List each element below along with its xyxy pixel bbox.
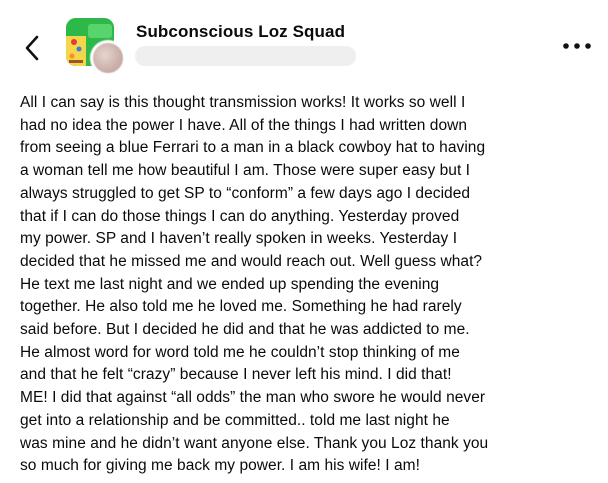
post-text-line: from seeing a blue Ferrari to a man in a… — [20, 139, 486, 157]
post-avatar-stack[interactable] — [66, 18, 126, 76]
post-text-line: said before. But I decided he did and th… — [20, 321, 470, 339]
post-text-line: All I can say is this thought transmissi… — [20, 94, 466, 111]
post-text-line: a woman tell me how beautiful I am. Thos… — [20, 162, 471, 180]
post-text-line: He text me last night and we ended up sp… — [20, 275, 440, 293]
post-text-line: together. He also told me he loved me. S… — [20, 298, 462, 316]
post-text-line: and that he felt “crazy” because I never… — [20, 366, 452, 384]
post-text-line: get into a relationship and be committed… — [20, 411, 450, 429]
post-text-line: that if I can do those things I can do a… — [20, 207, 460, 225]
post-text-line: had no idea the power I have. All of the… — [20, 116, 468, 134]
post-text: All I can say is this thought transmissi… — [20, 92, 598, 478]
post-text-line: decided that he missed me and would reac… — [20, 252, 483, 270]
post-text-line: always struggled to get SP to “conform” … — [20, 184, 471, 202]
post-text-line: so much for giving me back my power. I a… — [20, 457, 420, 475]
chevron-left-icon — [25, 35, 39, 61]
post-text-line: He almost word for word told me he could… — [20, 343, 460, 361]
author-name-redacted — [135, 46, 356, 66]
post-text-line: ME! I did that against “all odds” the ma… — [20, 389, 486, 407]
post-text-line: my power. SP and I haven’t really spoken… — [20, 230, 458, 248]
post-text-line: was mine and he didn’t want anyone else.… — [20, 434, 489, 452]
more-horizontal-icon — [563, 43, 591, 49]
group-name[interactable]: Subconscious Loz Squad — [136, 22, 345, 42]
back-button[interactable] — [18, 34, 48, 62]
more-options-button[interactable] — [560, 36, 594, 56]
author-avatar[interactable] — [90, 40, 126, 76]
